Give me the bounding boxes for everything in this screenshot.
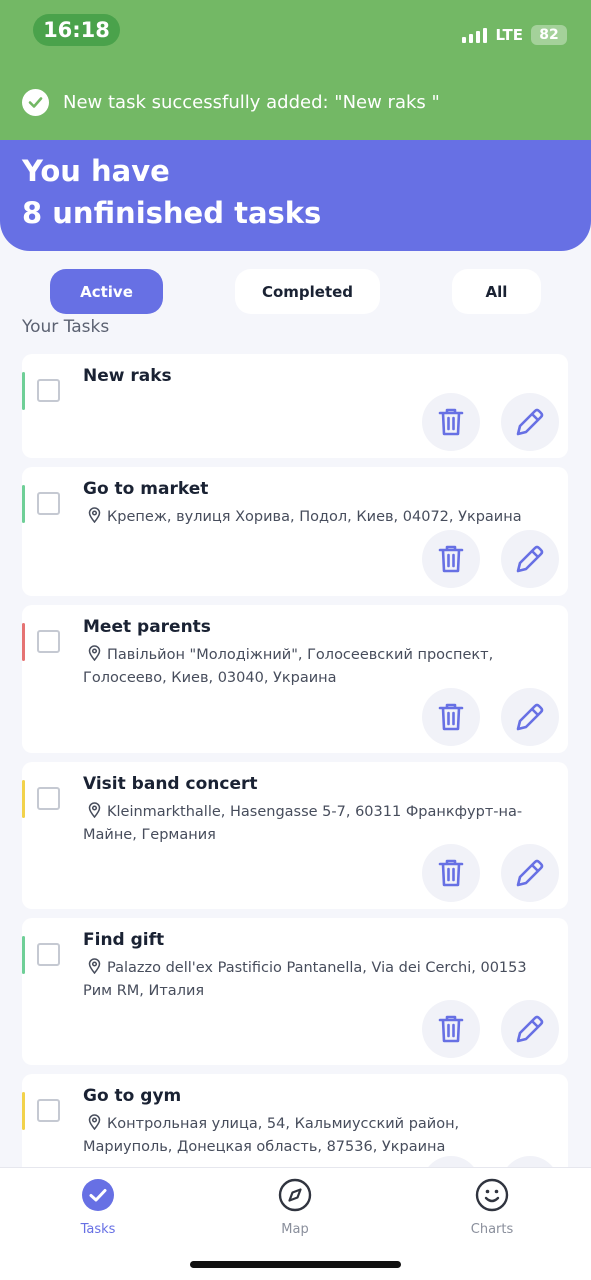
trash-icon xyxy=(438,1015,464,1043)
section-title: Your Tasks xyxy=(22,317,110,337)
toast-row: New task successfully added: "New raks " xyxy=(22,89,440,116)
check-circle-icon xyxy=(81,1178,115,1212)
task-checkbox[interactable] xyxy=(37,787,60,810)
task-location: Palazzo dell'ex Pastificio Pantanella, V… xyxy=(83,957,553,1003)
battery-icon: 82 xyxy=(531,25,567,45)
tab-all[interactable]: All xyxy=(452,269,541,314)
task-title: Go to gym xyxy=(83,1086,182,1106)
battery-level: 82 xyxy=(539,27,559,43)
task-checkbox[interactable] xyxy=(37,1099,60,1122)
status-time: 16:18 xyxy=(33,14,120,46)
trash-icon xyxy=(438,545,464,573)
tab-active[interactable]: Active xyxy=(50,269,163,314)
edit-button[interactable] xyxy=(501,393,559,451)
location-pin-icon xyxy=(88,1114,101,1130)
tab-completed[interactable]: Completed xyxy=(235,269,380,314)
priority-indicator xyxy=(22,1092,25,1130)
task-location-text: Контрольная улица, 54, Кальмиусский райо… xyxy=(83,1116,460,1155)
pencil-icon xyxy=(516,408,544,436)
edit-button[interactable] xyxy=(501,530,559,588)
priority-indicator xyxy=(22,936,25,974)
delete-button[interactable] xyxy=(422,530,480,588)
nav-charts-label: Charts xyxy=(470,1222,514,1237)
pencil-icon xyxy=(516,703,544,731)
task-location-text: Palazzo dell'ex Pastificio Pantanella, V… xyxy=(83,960,527,999)
task-location-text: Крепеж, вулиця Хорива, Подол, Киев, 0407… xyxy=(107,509,522,525)
smiley-icon xyxy=(475,1178,509,1212)
delete-button[interactable] xyxy=(422,688,480,746)
task-checkbox[interactable] xyxy=(37,630,60,653)
task-checkbox[interactable] xyxy=(37,492,60,515)
task-title: Go to market xyxy=(83,479,209,499)
delete-button[interactable] xyxy=(422,844,480,902)
task-card[interactable]: Meet parents Павільйон "Молодіжний", Гол… xyxy=(22,605,568,753)
task-title: Find gift xyxy=(83,930,165,950)
nav-map[interactable]: Map xyxy=(250,1178,340,1237)
task-card[interactable]: New raks xyxy=(22,354,568,458)
pencil-icon xyxy=(516,859,544,887)
task-card[interactable]: Go to market Крепеж, вулиця Хорива, Подо… xyxy=(22,467,568,596)
pencil-icon xyxy=(516,545,544,573)
task-card[interactable]: Go to gym Контрольная улица, 54, Кальмиу… xyxy=(22,1074,568,1167)
pencil-icon xyxy=(516,1015,544,1043)
priority-indicator xyxy=(22,372,25,410)
home-indicator xyxy=(190,1261,401,1268)
task-list[interactable]: New raks Go to market Крепеж, вулиця Хор… xyxy=(22,354,568,1167)
status-indicators: LTE 82 xyxy=(462,24,567,46)
check-circle-icon xyxy=(22,89,49,116)
delete-button[interactable] xyxy=(422,1000,480,1058)
header-line-1: You have xyxy=(22,154,170,188)
task-location-text: Kleinmarkthalle, Hasengasse 5-7, 60311 Ф… xyxy=(83,804,523,843)
tasks-header: You have 8 unfinished tasks xyxy=(0,140,591,251)
task-checkbox[interactable] xyxy=(37,943,60,966)
task-card[interactable]: Find gift Palazzo dell'ex Pastificio Pan… xyxy=(22,918,568,1065)
compass-icon xyxy=(278,1178,312,1212)
nav-charts[interactable]: Charts xyxy=(447,1178,537,1237)
location-pin-icon xyxy=(88,958,101,974)
task-location: Павільйон "Молодіжний", Голосеевский про… xyxy=(83,644,553,690)
header-line-2: 8 unfinished tasks xyxy=(22,196,322,230)
network-label: LTE xyxy=(495,26,523,44)
location-pin-icon xyxy=(88,507,101,523)
trash-icon xyxy=(438,703,464,731)
task-location: Kleinmarkthalle, Hasengasse 5-7, 60311 Ф… xyxy=(83,801,553,847)
toast-message: New task successfully added: "New raks " xyxy=(63,92,440,113)
nav-tasks[interactable]: Tasks xyxy=(53,1178,143,1237)
priority-indicator xyxy=(22,485,25,523)
edit-button[interactable] xyxy=(501,688,559,746)
task-title: New raks xyxy=(83,366,172,386)
task-location: Крепеж, вулиця Хорива, Подол, Киев, 0407… xyxy=(83,506,553,529)
task-location: Контрольная улица, 54, Кальмиусский райо… xyxy=(83,1113,553,1159)
location-pin-icon xyxy=(88,645,101,661)
trash-icon xyxy=(438,859,464,887)
delete-button[interactable] xyxy=(422,393,480,451)
edit-button[interactable] xyxy=(501,1000,559,1058)
edit-button[interactable] xyxy=(501,844,559,902)
priority-indicator xyxy=(22,780,25,818)
priority-indicator xyxy=(22,623,25,661)
task-title: Meet parents xyxy=(83,617,211,637)
task-location-text: Павільйон "Молодіжний", Голосеевский про… xyxy=(83,647,494,686)
task-title: Visit band concert xyxy=(83,774,258,794)
nav-map-label: Map xyxy=(281,1222,309,1237)
signal-icon xyxy=(462,27,488,43)
task-card[interactable]: Visit band concert Kleinmarkthalle, Hase… xyxy=(22,762,568,909)
task-checkbox[interactable] xyxy=(37,379,60,402)
nav-tasks-label: Tasks xyxy=(80,1222,116,1237)
trash-icon xyxy=(438,408,464,436)
toast-banner: 16:18 LTE 82 New task successfully added… xyxy=(0,0,591,150)
location-pin-icon xyxy=(88,802,101,818)
